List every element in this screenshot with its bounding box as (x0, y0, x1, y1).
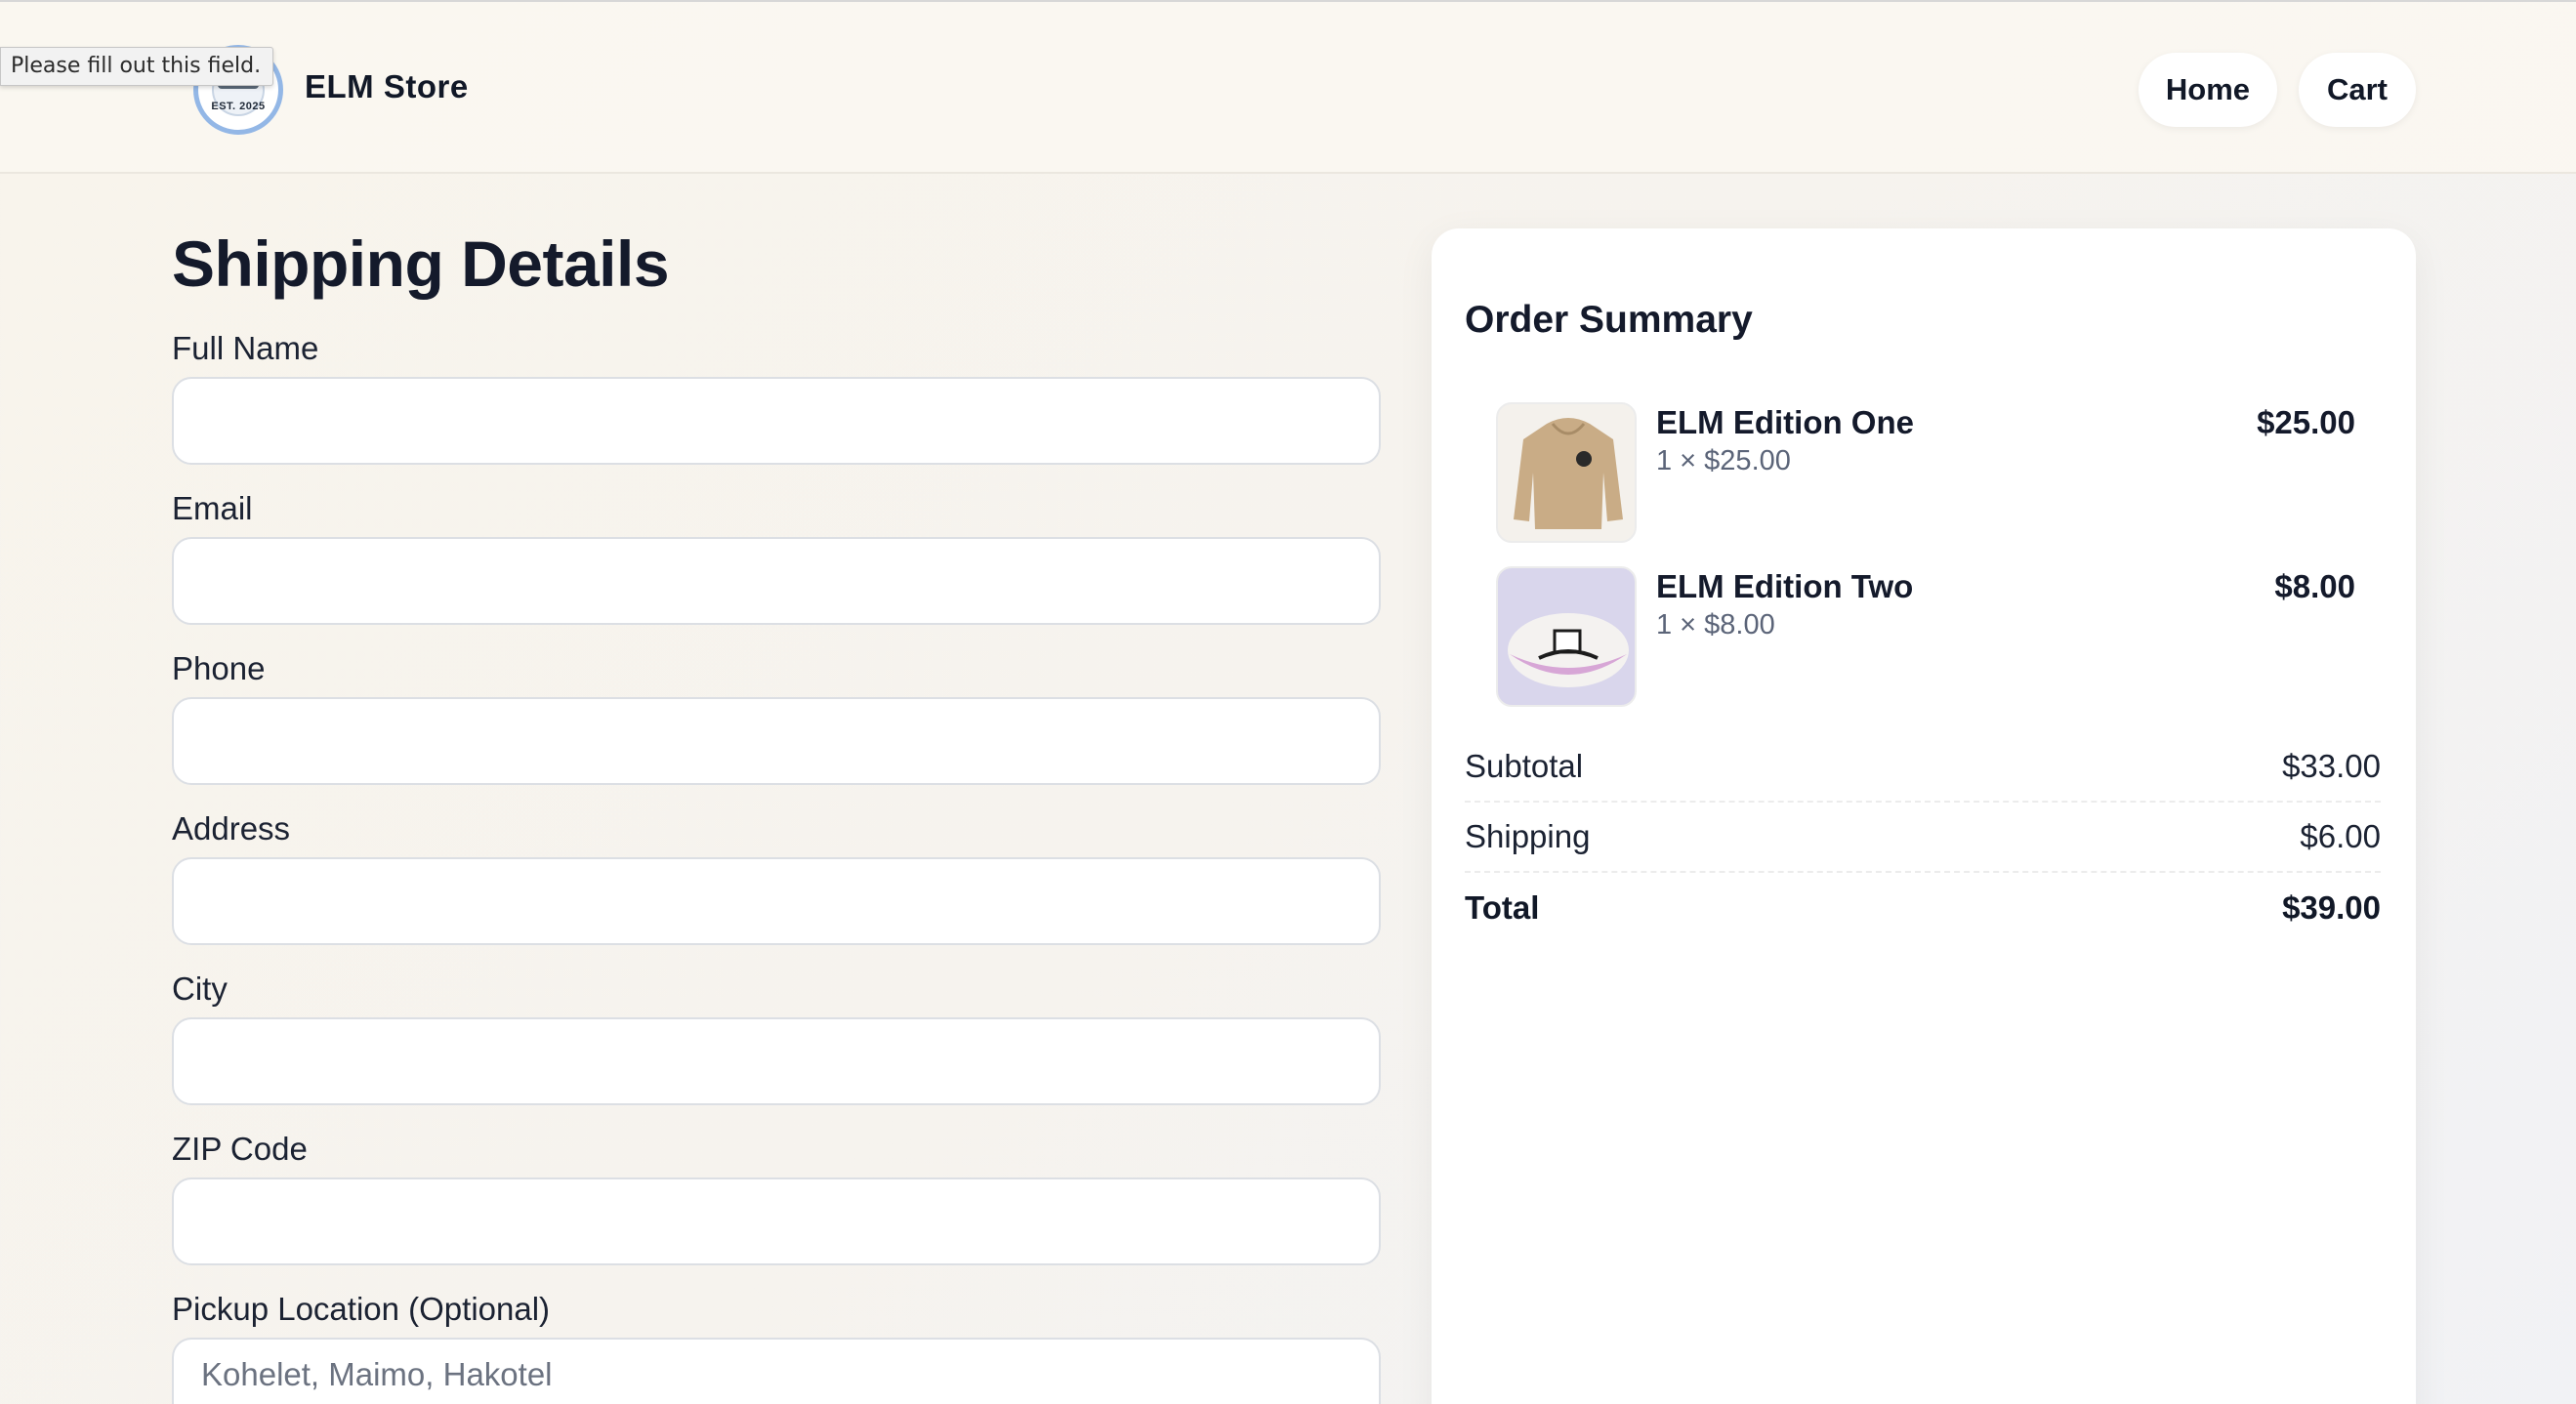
city-input[interactable] (172, 1017, 1381, 1105)
item-name: ELM Edition One (1656, 404, 1914, 440)
item-price: $25.00 (2257, 404, 2355, 440)
shipping-value: $6.00 (2300, 818, 2381, 854)
total-value: $39.00 (2282, 889, 2381, 926)
address-input[interactable] (172, 857, 1381, 945)
validation-tooltip: Please fill out this field. (0, 47, 274, 86)
brand-name[interactable]: ELM Store (305, 68, 469, 105)
hoodie-icon (1514, 418, 1623, 529)
subtotal-label: Subtotal (1465, 748, 1584, 784)
item-name: ELM Edition Two (1656, 568, 1914, 604)
total-label: Total (1465, 889, 1540, 926)
zip-code-label: ZIP Code (172, 1131, 308, 1167)
cart-item: ELM Edition Two 1 × $8.00 $8.00 (1496, 566, 2355, 707)
email-label: Email (172, 490, 253, 526)
order-summary-title: Order Summary (1465, 299, 1753, 341)
city-label: City (172, 970, 228, 1007)
pickup-location-label: Pickup Location (Optional) (172, 1291, 551, 1327)
shipping-label: Shipping (1465, 818, 1591, 854)
nav-home-button[interactable]: Home (2139, 53, 2277, 127)
kippah-image (1496, 566, 1637, 707)
site-header: EST. 2025 ELM Store Home Cart (0, 2, 2576, 174)
email-input[interactable] (172, 537, 1381, 625)
phone-label: Phone (172, 650, 266, 686)
order-summary-card: Order Summary ELM Edition One 1 × $25.00… (1432, 228, 2416, 1404)
nav-cart-button[interactable]: Cart (2299, 53, 2416, 127)
subtotal-row: Subtotal $33.00 (1465, 732, 2381, 803)
item-quantity: 1 × $8.00 (1656, 609, 1775, 640)
zip-code-input[interactable] (172, 1177, 1381, 1265)
kippah-icon (1508, 613, 1629, 687)
hoodie-image (1496, 402, 1637, 543)
logo-text: EST. 2025 (211, 101, 266, 112)
item-price: $8.00 (2274, 568, 2355, 604)
cart-item: ELM Edition One 1 × $25.00 $25.00 (1496, 402, 2355, 543)
address-label: Address (172, 810, 291, 847)
total-row: Total $39.00 (1465, 873, 2381, 943)
item-quantity: 1 × $25.00 (1656, 445, 1791, 476)
phone-input[interactable] (172, 697, 1381, 785)
shipping-row: Shipping $6.00 (1465, 803, 2381, 873)
subtotal-value: $33.00 (2282, 748, 2381, 784)
page-title: Shipping Details (172, 227, 670, 300)
full-name-input[interactable] (172, 377, 1381, 465)
pickup-location-input[interactable] (172, 1338, 1381, 1404)
full-name-label: Full Name (172, 330, 319, 366)
